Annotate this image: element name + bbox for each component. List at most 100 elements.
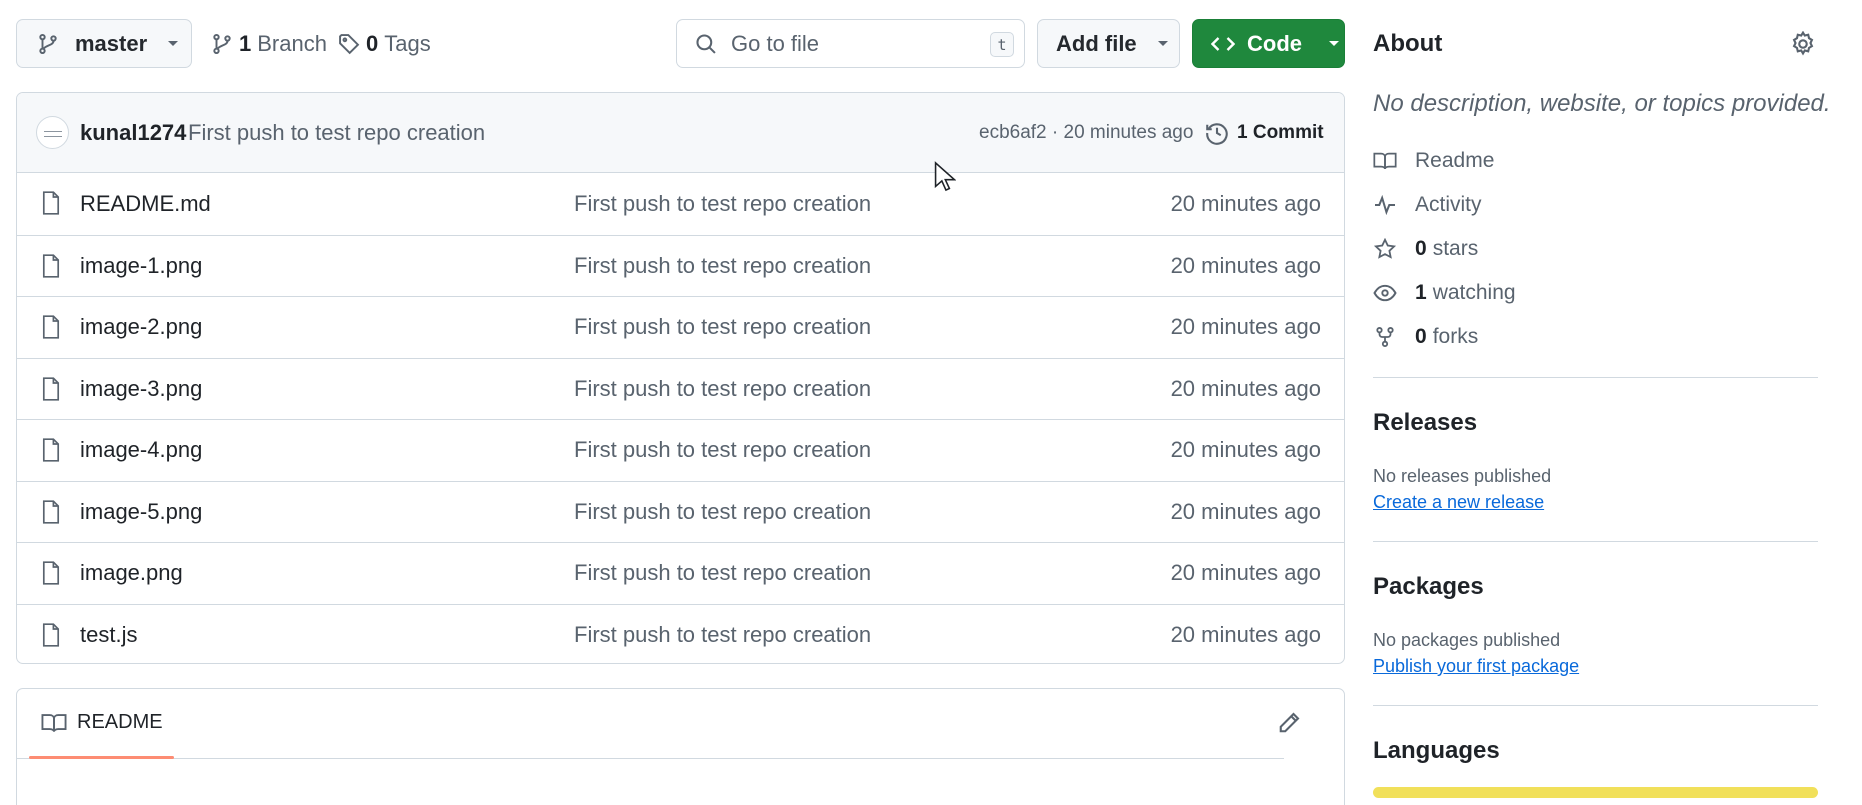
forks-count: 0 <box>1415 325 1427 348</box>
tags-label: Tags <box>384 31 431 56</box>
file-name-link[interactable]: image-5.png <box>80 499 202 525</box>
code-label: Code <box>1247 30 1302 56</box>
file-row[interactable]: image-5.png First push to test repo crea… <box>17 480 1344 543</box>
tags-link[interactable]: 0 Tags <box>338 28 431 60</box>
book-icon <box>41 713 67 732</box>
code-icon <box>1211 36 1235 51</box>
branches-label: Branch <box>257 31 327 56</box>
branch-name: master <box>75 30 148 56</box>
pulse-icon <box>1375 195 1395 215</box>
watching-count: 1 <box>1415 281 1427 304</box>
file-row[interactable]: image-1.png First push to test repo crea… <box>17 234 1344 297</box>
book-icon <box>1373 152 1397 170</box>
stars-count: 0 <box>1415 237 1427 260</box>
file-row[interactable]: image-3.png First push to test repo crea… <box>17 357 1344 420</box>
file-row[interactable]: README.md First push to test repo creati… <box>17 173 1344 235</box>
packages-heading[interactable]: Packages <box>1373 573 1484 601</box>
active-tab-underline <box>29 756 174 759</box>
file-commit-time: 20 minutes ago <box>1170 437 1321 463</box>
tag-icon <box>339 34 360 55</box>
add-file-button[interactable]: Add file <box>1037 19 1180 68</box>
sidebar-item-stars[interactable]: 0 stars <box>1373 234 1478 264</box>
file-name-link[interactable]: image-4.png <box>80 437 202 463</box>
sidebar-divider <box>1373 541 1818 542</box>
commit-count-label: 1 Commit <box>1237 122 1324 143</box>
file-commit-message[interactable]: First push to test repo creation <box>574 314 871 340</box>
packages-note: No packages published <box>1373 630 1561 650</box>
add-file-label: Add file <box>1056 30 1137 56</box>
sidebar-item-forks[interactable]: 0 forks <box>1373 322 1478 352</box>
file-commit-message[interactable]: First push to test repo creation <box>574 437 871 463</box>
file-icon <box>42 315 60 339</box>
pencil-icon[interactable] <box>1277 711 1301 735</box>
search-icon <box>696 33 716 54</box>
forks-label: forks <box>1432 325 1479 348</box>
readme-link-label: Readme <box>1415 149 1495 172</box>
sidebar-divider <box>1373 377 1818 378</box>
file-name-link[interactable]: test.js <box>80 622 137 648</box>
git-branch-icon <box>213 33 231 55</box>
file-row[interactable]: test.js First push to test repo creation… <box>17 603 1344 664</box>
commit-hash-time[interactable]: ecb6af2 · 20 minutes ago <box>979 122 1193 144</box>
file-commit-time: 20 minutes ago <box>1170 375 1321 401</box>
tags-count: 0 <box>366 31 379 56</box>
sidebar-item-watching[interactable]: 1 watching <box>1373 278 1516 308</box>
latest-commit-bar: kunal1274 First push to test repo creati… <box>17 93 1344 173</box>
go-to-file-input[interactable]: Go to file t <box>676 19 1025 68</box>
file-commit-message[interactable]: First push to test repo creation <box>574 560 871 586</box>
stars-label: stars <box>1432 237 1479 260</box>
commit-message-link[interactable]: First push to test repo creation <box>188 120 485 146</box>
repo-forked-icon <box>1376 327 1394 347</box>
file-row[interactable]: image-2.png First push to test repo crea… <box>17 296 1344 358</box>
releases-heading[interactable]: Releases <box>1373 409 1477 437</box>
file-row[interactable]: image-4.png First push to test repo crea… <box>17 419 1344 481</box>
git-branch-icon <box>39 33 57 54</box>
publish-package-link[interactable]: Publish your first package <box>1373 656 1579 677</box>
file-commit-time: 20 minutes ago <box>1170 190 1321 216</box>
file-icon <box>42 376 60 401</box>
file-name-link[interactable]: image.png <box>80 560 183 586</box>
file-name-link[interactable]: image-2.png <box>80 314 202 340</box>
file-commit-message[interactable]: First push to test repo creation <box>574 622 871 648</box>
branch-selector-button[interactable]: master <box>16 19 192 68</box>
search-placeholder: Go to file <box>731 30 820 56</box>
file-commit-message[interactable]: First push to test repo creation <box>574 499 871 525</box>
file-name-link[interactable]: README.md <box>80 191 211 217</box>
file-name-link[interactable]: image-1.png <box>80 253 202 279</box>
file-icon <box>42 622 60 647</box>
file-commit-message[interactable]: First push to test repo creation <box>574 376 871 402</box>
avatar[interactable] <box>36 116 69 149</box>
commit-author-link[interactable]: kunal1274 <box>80 120 186 146</box>
file-name-link[interactable]: image-3.png <box>80 376 202 402</box>
tab-readme[interactable]: README <box>41 711 163 734</box>
commits-history-link[interactable]: 1 Commit <box>1205 118 1324 148</box>
file-icon <box>42 438 60 462</box>
branches-count: 1 <box>239 31 252 56</box>
file-commit-time: 20 minutes ago <box>1170 621 1321 647</box>
mouse-cursor-icon <box>934 161 956 192</box>
sidebar-item-activity[interactable]: Activity <box>1373 190 1482 220</box>
readme-tab-label: README <box>77 711 163 733</box>
star-icon <box>1373 238 1397 259</box>
create-release-link[interactable]: Create a new release <box>1373 492 1544 513</box>
code-button[interactable]: Code <box>1192 19 1345 68</box>
branches-link[interactable]: 1 Branch <box>211 28 327 60</box>
file-commit-time: 20 minutes ago <box>1170 252 1321 278</box>
file-commit-message[interactable]: First push to test repo creation <box>574 253 871 279</box>
file-browser: kunal1274 First push to test repo creati… <box>16 92 1345 664</box>
history-icon <box>1206 123 1228 145</box>
language-bar <box>1373 787 1818 798</box>
sidebar-item-readme[interactable]: Readme <box>1373 146 1494 176</box>
file-icon <box>42 561 60 585</box>
file-commit-time: 20 minutes ago <box>1170 560 1321 586</box>
gear-icon[interactable] <box>1790 31 1816 57</box>
sidebar-divider <box>1373 705 1818 706</box>
file-commit-time: 20 minutes ago <box>1170 314 1321 340</box>
watching-label: watching <box>1432 281 1516 304</box>
readme-panel: README <box>16 688 1345 805</box>
languages-heading: Languages <box>1373 737 1500 764</box>
file-commit-message[interactable]: First push to test repo creation <box>574 191 871 217</box>
caret-down-icon <box>168 40 179 46</box>
activity-link-label: Activity <box>1415 193 1482 216</box>
file-row[interactable]: image.png First push to test repo creati… <box>17 542 1344 604</box>
